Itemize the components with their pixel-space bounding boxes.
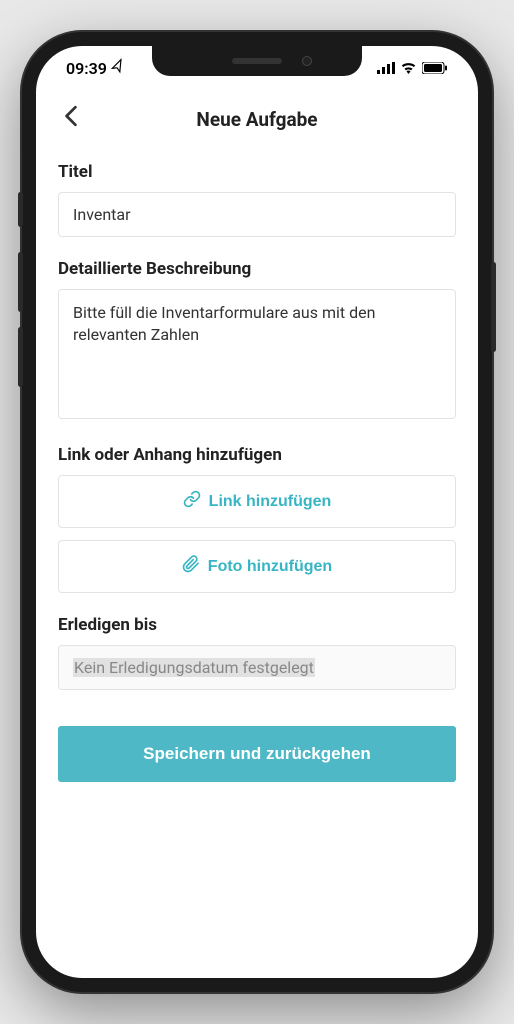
due-date-value: Kein Erledigungsdatum festgelegt	[73, 658, 315, 677]
description-textarea[interactable]	[58, 289, 456, 419]
notch	[152, 46, 362, 76]
title-label: Titel	[58, 162, 456, 182]
wifi-icon	[400, 59, 417, 78]
location-icon	[108, 58, 127, 79]
back-button[interactable]	[56, 100, 86, 138]
add-link-button[interactable]: Link hinzufügen	[58, 475, 456, 528]
due-section: Erledigen bis Kein Erledigungsdatum fest…	[58, 615, 456, 690]
power-button	[491, 262, 496, 352]
due-label: Erledigen bis	[58, 615, 456, 635]
speaker	[232, 58, 282, 64]
battery-icon	[422, 59, 448, 78]
due-date-field[interactable]: Kein Erledigungsdatum festgelegt	[58, 645, 456, 690]
title-section: Titel	[58, 162, 456, 237]
description-label: Detaillierte Beschreibung	[58, 259, 456, 279]
paperclip-icon	[182, 555, 200, 578]
add-link-label: Link hinzufügen	[209, 493, 332, 511]
link-icon	[183, 490, 201, 513]
page-title: Neue Aufgabe	[196, 108, 317, 131]
front-camera	[302, 56, 312, 66]
save-and-back-button[interactable]: Speichern und zurückgehen	[58, 726, 456, 782]
status-time: 09:39	[66, 59, 107, 78]
add-photo-button[interactable]: Foto hinzufügen	[58, 540, 456, 593]
cellular-icon	[377, 59, 395, 78]
volume-down-button	[18, 327, 23, 387]
add-photo-label: Foto hinzufügen	[208, 558, 332, 576]
volume-up-button	[18, 252, 23, 312]
attachment-label: Link oder Anhang hinzufügen	[58, 445, 456, 465]
description-section: Detaillierte Beschreibung	[58, 259, 456, 423]
nav-header: Neue Aufgabe	[36, 90, 478, 156]
attachment-section: Link oder Anhang hinzufügen Link hinzufü…	[58, 445, 456, 593]
screen: 09:39 Neue Aufgabe	[36, 46, 478, 978]
title-input[interactable]	[58, 192, 456, 237]
phone-frame: 09:39 Neue Aufgabe	[22, 32, 492, 992]
mute-switch	[18, 192, 23, 227]
task-form: Titel Detaillierte Beschreibung Link ode…	[36, 156, 478, 788]
